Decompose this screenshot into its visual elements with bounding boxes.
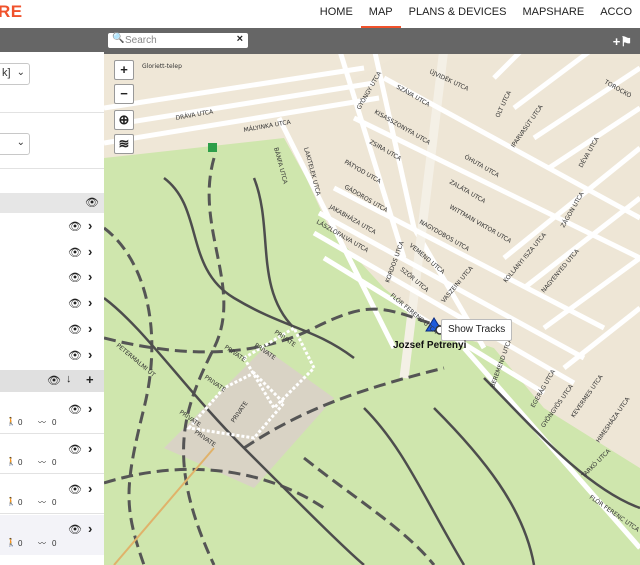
divider <box>0 112 104 113</box>
nav-home[interactable]: HOME <box>312 0 361 28</box>
marker-name-label: Jozsef Petrenyi <box>393 340 467 351</box>
hiker-icon: 🚶 <box>6 457 16 466</box>
search-icon: 🔍 <box>112 33 125 44</box>
layers-icon[interactable]: ≋ <box>114 134 134 154</box>
chevron-down-icon: ⌄ <box>16 67 25 78</box>
list-item[interactable]: 👁 › <box>0 240 104 266</box>
zoom-out-button[interactable]: − <box>114 84 134 104</box>
divider <box>0 473 104 474</box>
track-icon: 〰 <box>38 418 46 427</box>
list-item[interactable]: 👁 › <box>0 265 104 291</box>
eye-icon[interactable]: 👁 <box>85 196 99 209</box>
hiker-icon: 🚶 <box>6 538 16 547</box>
track-icon: 〰 <box>38 458 46 467</box>
poi-marker <box>208 143 217 152</box>
chevron-right-icon[interactable]: › <box>88 481 92 496</box>
track-icon: 〰 <box>38 498 46 507</box>
section-header-bar: 👁 <box>0 193 104 213</box>
nav-mapshare[interactable]: MAPSHARE <box>514 0 592 28</box>
chevron-right-icon[interactable]: › <box>88 441 92 456</box>
sidebar-header <box>0 28 104 52</box>
map-search-box[interactable]: 🔍 Search × <box>108 33 248 48</box>
eye-icon[interactable]: 👁 <box>68 271 82 284</box>
eye-icon[interactable]: 👁 <box>68 220 82 233</box>
eye-icon[interactable]: 👁 <box>68 323 82 336</box>
track-row[interactable]: 👁 › 🚶 0 〰 0 <box>0 475 104 513</box>
chevron-right-icon[interactable]: › <box>88 401 92 416</box>
hiker-icon: 🚶 <box>6 417 16 426</box>
eye-icon[interactable]: 👁 <box>68 349 82 362</box>
eye-icon[interactable]: 👁 <box>68 483 82 496</box>
eye-icon[interactable]: 👁 <box>47 374 61 387</box>
main-nav: HOME MAP PLANS & DEVICES MAPSHARE ACCO <box>312 0 640 28</box>
track-row[interactable]: 👁 › 🚶 0 〰 0 <box>0 515 104 555</box>
list-item[interactable]: 👁 › <box>0 317 104 343</box>
eye-icon[interactable]: 👁 <box>68 246 82 259</box>
eye-icon[interactable]: 👁 <box>68 297 82 310</box>
sort-icon[interactable]: ↓ <box>66 373 72 385</box>
list-item[interactable]: 👁 › <box>0 343 104 369</box>
chevron-right-icon[interactable]: › <box>88 269 92 284</box>
add-waypoint-flag-icon[interactable]: +⚑ <box>613 34 632 50</box>
divider <box>0 433 104 434</box>
show-tracks-tooltip[interactable]: Show Tracks <box>441 319 513 341</box>
place-label: Gloriett-telep <box>142 63 182 70</box>
track-row[interactable]: 👁 › 🚶 0 〰 0 <box>0 435 104 473</box>
chevron-right-icon[interactable]: › <box>88 218 92 233</box>
map-canvas[interactable]: Gloriett-telep DRÁVA UTCA MÁLYINKA UTCA … <box>104 28 640 565</box>
chevron-right-icon[interactable]: › <box>88 347 92 362</box>
map-view[interactable]: Gloriett-telep DRÁVA UTCA MÁLYINKA UTCA … <box>104 28 640 565</box>
top-navigation-bar: RE HOME MAP PLANS & DEVICES MAPSHARE ACC… <box>0 0 640 28</box>
track-icon: 〰 <box>38 539 46 548</box>
divider <box>0 168 104 169</box>
zoom-in-button[interactable]: + <box>114 60 134 80</box>
secondary-select[interactable]: ⌄ <box>0 133 30 155</box>
chevron-right-icon[interactable]: › <box>88 321 92 336</box>
eye-icon[interactable]: 👁 <box>68 523 82 536</box>
chevron-right-icon[interactable]: › <box>88 521 92 536</box>
eye-icon[interactable]: 👁 <box>68 443 82 456</box>
add-icon[interactable]: + <box>86 372 94 387</box>
tracks-section-header: 👁 ↓ + <box>0 370 104 392</box>
clear-icon[interactable]: × <box>237 33 243 45</box>
chevron-down-icon: ⌄ <box>16 137 25 148</box>
sidebar-panel: k] ⌄ ⌄ 👁 👁 › 👁 › 👁 › 👁 › 👁 › 👁 › 👁 ↓ + 👁 › 🚶 0… <box>0 28 105 565</box>
chevron-right-icon[interactable]: › <box>88 295 92 310</box>
nav-map[interactable]: MAP <box>360 0 401 28</box>
hiker-icon: 🚶 <box>6 497 16 506</box>
nav-account[interactable]: ACCO <box>592 0 640 28</box>
eye-icon[interactable]: 👁 <box>68 403 82 416</box>
chevron-right-icon[interactable]: › <box>88 244 92 259</box>
list-item[interactable]: 👁 › <box>0 214 104 240</box>
track-row[interactable]: 👁 › 🚶 0 〰 0 <box>0 395 104 433</box>
nav-plans-devices[interactable]: PLANS & DEVICES <box>401 0 515 28</box>
filter-select[interactable]: k] ⌄ <box>0 63 30 85</box>
locate-icon[interactable]: ⊕ <box>114 110 134 130</box>
map-toolbar: 🔍 Search × +⚑ <box>104 28 640 54</box>
brand-logo[interactable]: RE <box>0 2 23 22</box>
list-item[interactable]: 👁 › <box>0 291 104 317</box>
divider <box>0 513 104 514</box>
